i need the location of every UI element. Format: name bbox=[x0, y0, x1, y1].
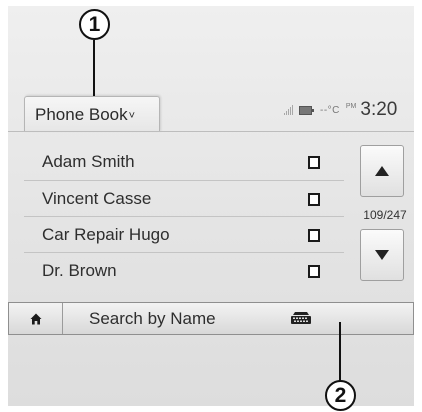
phone-icon bbox=[308, 229, 320, 242]
scroll-down-button[interactable] bbox=[360, 229, 404, 281]
home-button[interactable] bbox=[9, 303, 63, 334]
phonebook-menu-tab[interactable]: Phone Book ˅ bbox=[24, 96, 160, 132]
temperature-readout: --°C bbox=[320, 104, 340, 116]
arrow-up-icon bbox=[375, 166, 389, 176]
phone-icon bbox=[308, 265, 320, 278]
callout-2: 2 bbox=[325, 380, 356, 411]
header-divider bbox=[8, 131, 414, 132]
home-icon bbox=[30, 313, 41, 324]
contact-name: Vincent Casse bbox=[42, 189, 152, 208]
ampm-label: PM bbox=[345, 102, 357, 110]
contact-name: Dr. Brown bbox=[42, 261, 117, 280]
contact-name: Car Repair Hugo bbox=[42, 225, 170, 244]
search-by-name-label: Search by Name bbox=[89, 308, 216, 328]
battery-icon bbox=[299, 105, 314, 115]
phone-icon bbox=[308, 156, 320, 169]
status-bar: --°C PM 3:20 bbox=[284, 98, 397, 122]
contact-row[interactable]: Adam Smith bbox=[24, 144, 344, 180]
contact-row[interactable]: Car Repair Hugo bbox=[24, 217, 344, 253]
contact-row[interactable]: Vincent Casse bbox=[24, 181, 344, 217]
clock: 3:20 bbox=[360, 99, 398, 120]
callout-1-number: 1 bbox=[88, 12, 101, 36]
phonebook-title: Phone Book bbox=[35, 104, 128, 124]
phone-icon bbox=[308, 193, 320, 206]
page-counter: 109/247 bbox=[363, 208, 407, 222]
search-by-name-button[interactable]: Search by Name bbox=[63, 303, 413, 334]
arrow-down-icon bbox=[375, 250, 389, 260]
keyboard-icon bbox=[291, 312, 311, 324]
callout-1: 1 bbox=[79, 9, 110, 40]
callout-2-number: 2 bbox=[334, 383, 347, 407]
contact-name: Adam Smith bbox=[42, 152, 135, 171]
callout-2-leader-line bbox=[339, 322, 341, 382]
bottom-toolbar: Search by Name bbox=[8, 302, 414, 335]
signal-icon bbox=[284, 105, 293, 115]
chevron-down-icon: ˅ bbox=[128, 109, 136, 122]
contact-row[interactable]: Dr. Brown bbox=[24, 253, 344, 289]
scroll-up-button[interactable] bbox=[360, 145, 404, 197]
